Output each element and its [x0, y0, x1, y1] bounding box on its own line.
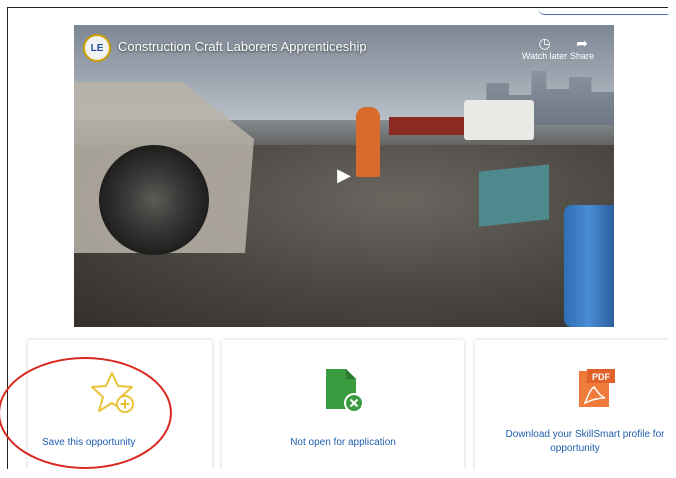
- play-icon[interactable]: ▶: [328, 159, 360, 191]
- watch-later-label: Watch later: [522, 51, 568, 61]
- clock-icon: ◷: [538, 35, 551, 51]
- pdf-icon-text: PDF: [592, 372, 611, 382]
- video-bin: [479, 164, 549, 227]
- annotation-circle: [0, 357, 172, 469]
- application-status-card: Not open for application: [222, 340, 464, 469]
- video-title[interactable]: Construction Craft Laborers Apprenticesh…: [118, 39, 367, 54]
- watch-later-button[interactable]: ◷ Watch later: [522, 35, 567, 61]
- download-profile-label-line2[interactable]: opportunity: [475, 442, 668, 456]
- document-x-icon: [326, 369, 364, 413]
- share-label: Share: [570, 51, 595, 61]
- video-barrel: [564, 205, 614, 327]
- share-arrow-icon: ➦: [576, 35, 588, 51]
- download-profile-card[interactable]: PDF Download your SkillSmart profile for…: [475, 340, 668, 469]
- video-wheel: [99, 145, 209, 255]
- corner-decoration: [538, 8, 668, 15]
- channel-logo[interactable]: LE: [83, 34, 111, 62]
- pdf-icon: PDF: [579, 369, 615, 407]
- share-button[interactable]: ➦ Share: [570, 35, 594, 61]
- channel-logo-text: LE: [90, 42, 104, 54]
- download-profile-label-line1[interactable]: Download your SkillSmart profile for: [495, 428, 668, 442]
- video-truck: [464, 100, 534, 140]
- video-trailer: [389, 117, 469, 135]
- not-open-label: Not open for application: [290, 437, 396, 448]
- video-player[interactable]: LE Construction Craft Laborers Apprentic…: [74, 25, 614, 327]
